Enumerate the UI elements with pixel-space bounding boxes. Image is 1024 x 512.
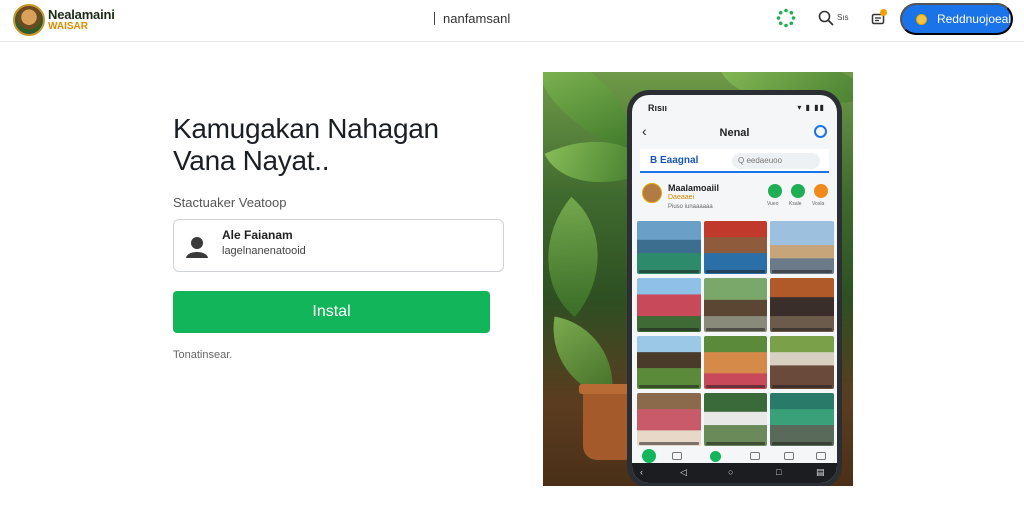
nav-link[interactable]: nanfamsanl [434, 11, 510, 26]
refresh-icon[interactable] [814, 125, 827, 138]
status-icons: ▾ ▮ ▮▮ [797, 103, 825, 112]
palm-leaf [543, 196, 633, 318]
app-profile-row: Maalamoaiil Daeaaei Piuso iunaaaaaa Vueo… [640, 181, 829, 217]
notification-badge [880, 9, 887, 16]
system-nav-bar: ‹ ◁ ○ □ ▤ [632, 463, 837, 483]
photo-caption [772, 327, 832, 331]
grid-photo[interactable] [770, 392, 834, 446]
account-card[interactable]: Ale Faianam lagelnanenatooid [173, 219, 504, 272]
header-cta-label: Reddnuojoeal [936, 12, 1011, 26]
grid-photo[interactable] [637, 221, 701, 275]
top-bar: Nealamaini WAISAR nanfamsanl Sıs Reddnuo… [0, 0, 1024, 42]
photo-caption [705, 270, 766, 274]
grid-photo[interactable] [703, 221, 768, 275]
coin-icon [916, 13, 927, 25]
account-name: Ale Faianam [222, 228, 293, 242]
profile-avatar[interactable] [642, 183, 662, 203]
app-title: Nenal [719, 127, 750, 139]
profile-action-label: Vueo [767, 201, 779, 207]
app-bottom-nav [632, 449, 837, 463]
grid-photo[interactable] [637, 335, 701, 389]
profile-action-label: Vosla [812, 201, 825, 207]
grid-photo[interactable] [703, 392, 768, 446]
loader-icon[interactable] [776, 8, 796, 28]
brand-name[interactable]: Nealamaini [48, 7, 115, 22]
nav-item-icon[interactable] [750, 452, 760, 460]
install-button[interactable]: Instal [173, 291, 490, 333]
profile-subtitle: Daeaaei [668, 194, 695, 201]
tab-active[interactable]: B Eaagnal [650, 155, 698, 166]
photo-caption [705, 384, 766, 388]
recents-icon[interactable]: □ [776, 467, 781, 477]
app-header: ‹ Nenal [632, 119, 837, 147]
profile-action-label: Ksale [789, 201, 802, 207]
back-triangle-icon[interactable]: ◁ [680, 467, 687, 478]
phone-screen: Rısıı ▾ ▮ ▮▮ ‹ Nenal B Eaagnal Q eedaeuo… [632, 95, 837, 483]
nav-item-icon[interactable] [784, 452, 794, 460]
phone-mockup: Rısıı ▾ ▮ ▮▮ ‹ Nenal B Eaagnal Q eedaeuo… [627, 90, 842, 486]
search-icon[interactable] [818, 10, 834, 26]
profile-meta: Piuso iunaaaaaa [668, 204, 713, 210]
profile-name: Maalamoaiil [668, 183, 720, 193]
grid-photo[interactable] [770, 278, 834, 332]
divider [434, 12, 435, 25]
search-label[interactable]: Sıs [837, 13, 849, 22]
promo-photo: Rısıı ▾ ▮ ▮▮ ‹ Nenal B Eaagnal Q eedaeuo… [543, 72, 853, 486]
user-avatar-icon [186, 237, 208, 258]
profile-action-icon[interactable] [768, 184, 782, 198]
page-title-line-2: Vana Nayat.. [173, 145, 330, 176]
grid-photo[interactable] [703, 335, 768, 389]
profile-action-icon[interactable] [814, 184, 828, 198]
photo-grid [637, 221, 834, 446]
brand-logo[interactable] [13, 4, 45, 36]
home-nav-icon[interactable] [642, 449, 656, 463]
photo-caption [772, 384, 832, 388]
photo-caption [772, 270, 832, 274]
status-time: Rısıı [648, 103, 668, 113]
photo-caption [639, 384, 699, 388]
grid-photo[interactable] [637, 278, 701, 332]
menu-icon[interactable]: ▤ [816, 467, 825, 478]
account-subtitle: lagelnanenatooid [222, 245, 306, 257]
photo-caption [639, 442, 699, 445]
grid-photo[interactable] [770, 221, 834, 275]
grid-photo[interactable] [637, 392, 701, 446]
profile-action-icon[interactable] [791, 184, 805, 198]
app-tab-bar: B Eaagnal Q eedaeuoo [640, 149, 829, 173]
home-icon[interactable]: ○ [728, 467, 733, 477]
footnote-text: Tonatinsear. [173, 349, 233, 361]
app-search-input[interactable]: Q eedaeuoo [732, 153, 820, 169]
photo-caption [639, 327, 699, 331]
photo-caption [772, 442, 832, 445]
header-cta-button[interactable]: Reddnuojoeal [900, 3, 1013, 35]
section-subtitle: Stactuaker Veatoop [173, 195, 287, 210]
photo-caption [705, 442, 766, 445]
photo-caption [639, 270, 699, 274]
add-nav-icon[interactable] [710, 451, 721, 462]
brand-tagline: WAISAR [48, 21, 88, 32]
grid-photo[interactable] [703, 278, 768, 332]
nav-item-icon[interactable] [672, 452, 682, 460]
grid-photo[interactable] [770, 335, 834, 389]
back-icon[interactable]: ‹ [640, 467, 643, 477]
nav-item-icon[interactable] [816, 452, 826, 460]
nav-link-label: nanfamsanl [443, 11, 511, 26]
page-title-line-1: Kamugakan Nahagan [173, 113, 439, 144]
page-title: Kamugakan Nahagan Vana Nayat.. [173, 113, 439, 177]
photo-caption [705, 327, 766, 331]
